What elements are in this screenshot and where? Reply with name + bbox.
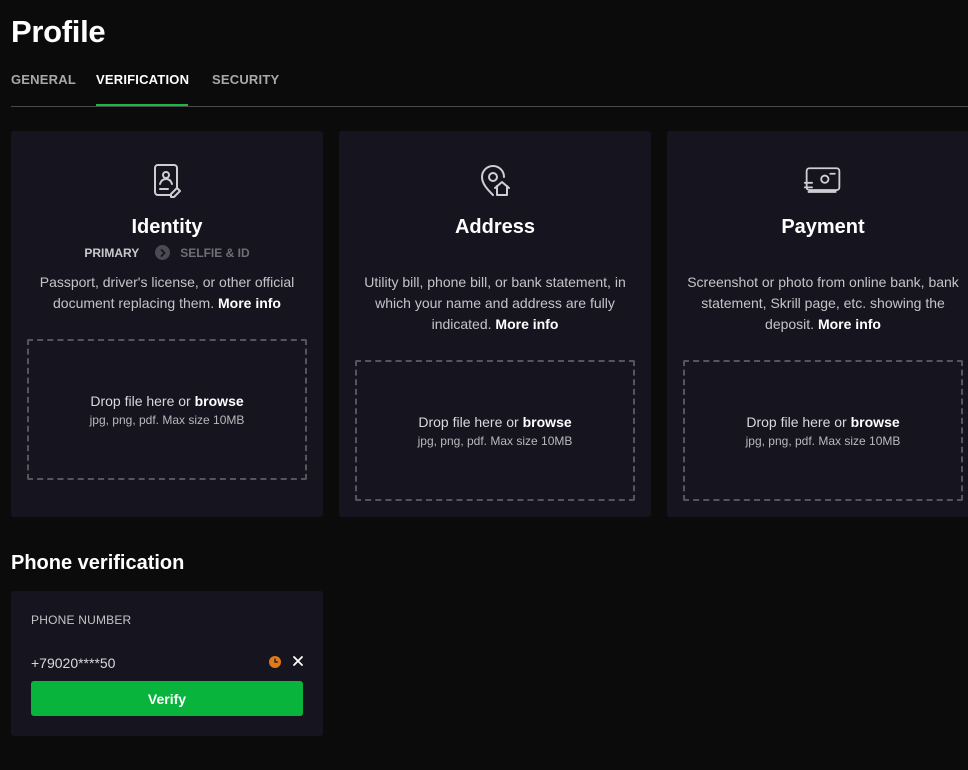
phone-number-label: PHONE NUMBER [31,613,132,627]
drop-line: Drop file here or browse [90,393,243,409]
browse-link[interactable]: browse [195,393,244,409]
clear-phone-close-icon[interactable] [291,654,305,668]
drop-line: Drop file here or browse [746,414,899,430]
drop-line: Drop file here or browse [418,414,571,430]
payment-description: Screenshot or photo from online bank, ba… [677,272,968,335]
tab-general[interactable]: GENERAL [11,72,76,106]
drop-prefix: Drop file here or [418,413,519,430]
payment-dropzone[interactable]: Drop file here or browse jpg, png, pdf. … [683,360,963,501]
location-home-icon [481,165,510,196]
drop-hint: jpg, png, pdf. Max size 10MB [89,412,245,427]
identity-title: Identity [131,216,203,238]
step-arrow-icon [155,245,171,260]
profile-page: Profile GENERAL VERIFICATION SECURITY Id… [0,0,968,770]
address-description: Utility bill, phone bill, or bank statem… [359,272,631,335]
address-title: Address [454,216,536,238]
id-document-icon [154,164,181,198]
verify-button[interactable]: Verify [31,681,303,716]
browse-link[interactable]: browse [523,414,572,430]
step-primary: PRIMARY [84,245,140,260]
drop-prefix: Drop file here or [746,413,847,430]
payment-card-icon [803,167,841,193]
address-card: Address Utility bill, phone bill, or ban… [339,131,651,517]
identity-steps: PRIMARY SELFIE & ID [11,245,323,260]
browse-link[interactable]: browse [851,414,900,430]
drop-hint: jpg, png, pdf. Max size 10MB [745,433,901,448]
phone-verification-title: Phone verification [11,552,185,574]
identity-card: Identity PRIMARY SELFIE & ID Passport, d… [11,131,323,517]
tab-verification[interactable]: VERIFICATION [96,72,189,106]
identity-more-info-link[interactable]: More info [218,295,281,311]
identity-dropzone[interactable]: Drop file here or browse jpg, png, pdf. … [27,339,307,480]
drop-prefix: Drop file here or [90,392,191,409]
step-selfie-id: SELFIE & ID [180,245,250,260]
address-more-info-link[interactable]: More info [495,316,558,332]
pending-clock-icon [269,656,281,668]
payment-title: Payment [781,216,865,238]
profile-tabs: GENERAL VERIFICATION SECURITY [11,62,968,107]
phone-verification-card: PHONE NUMBER +79020****50 Verify [11,591,323,736]
address-dropzone[interactable]: Drop file here or browse jpg, png, pdf. … [355,360,635,501]
drop-hint: jpg, png, pdf. Max size 10MB [417,433,573,448]
page-title: Profile [11,14,106,49]
payment-card: Payment Screenshot or photo from online … [667,131,968,517]
tab-security[interactable]: SECURITY [212,72,279,106]
phone-number-value: +79020****50 [31,655,116,671]
payment-more-info-link[interactable]: More info [818,316,881,332]
identity-description: Passport, driver's license, or other off… [31,272,303,314]
